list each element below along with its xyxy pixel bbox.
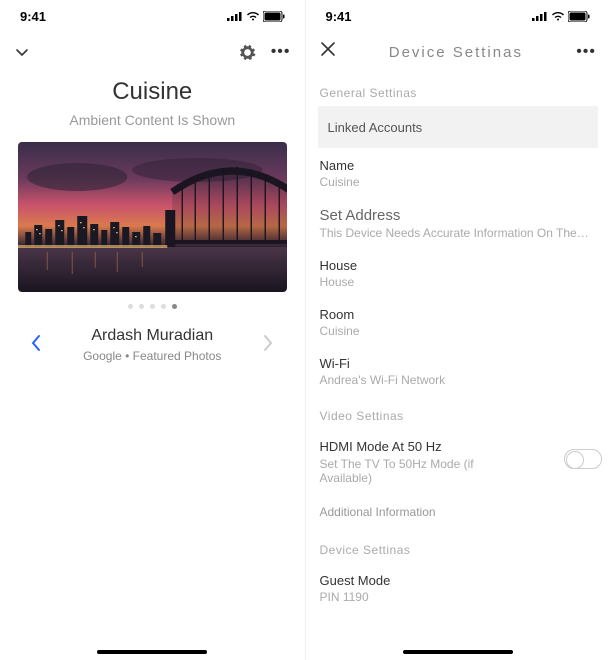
home-indicator[interactable]: [97, 650, 207, 654]
linked-accounts-button[interactable]: Linked Accounts: [318, 106, 599, 148]
left-header: •••: [0, 32, 305, 72]
field-value: Set The TV To 50Hz Mode (if Available): [320, 457, 520, 485]
chevron-down-icon[interactable]: [14, 44, 30, 60]
chevron-right-icon: [262, 334, 274, 352]
dot: [161, 304, 166, 309]
status-time: 9:41: [326, 9, 352, 24]
close-icon: [320, 41, 336, 57]
field-label: Room: [320, 307, 597, 322]
field-label: Guest Mode: [320, 573, 597, 588]
chevron-left-icon: [30, 334, 42, 352]
field-value: This Device Needs Accurate Information O…: [320, 226, 597, 240]
wifi-icon: [551, 11, 565, 21]
field-value: Cuisine: [320, 175, 597, 189]
hdmi-toggle[interactable]: [564, 449, 602, 469]
page-title: Cuisine: [0, 78, 305, 106]
right-phone: 9:41 Device Settinas ••• General Settina…: [306, 0, 610, 660]
prev-arrow-button[interactable]: [26, 330, 46, 361]
wifi-icon: [246, 11, 260, 21]
more-icon[interactable]: •••: [271, 43, 291, 61]
field-house[interactable]: House House: [306, 248, 610, 297]
field-value: House: [320, 275, 597, 289]
dot: [150, 304, 155, 309]
next-arrow-button[interactable]: [258, 330, 278, 361]
ambient-photo[interactable]: [18, 142, 287, 292]
right-header: Device Settinas •••: [306, 32, 610, 72]
home-indicator[interactable]: [403, 650, 513, 654]
additional-info-button[interactable]: Additional Information: [306, 495, 610, 529]
battery-icon: [568, 11, 590, 22]
field-guest-mode[interactable]: Guest Mode PIN 1190: [306, 563, 610, 612]
artist-source: Google • Featured Photos: [83, 349, 221, 363]
field-hdmi[interactable]: HDMI Mode At 50 Hz Set The TV To 50Hz Mo…: [306, 429, 610, 495]
field-name[interactable]: Name Cuisine: [306, 148, 610, 197]
header-title: Device Settinas: [336, 44, 577, 61]
field-value: Cuisine: [320, 324, 597, 338]
page-subtitle: Ambient Content Is Shown: [0, 112, 305, 128]
dot-active: [172, 304, 177, 309]
artist-name: Ardash Muradian: [83, 327, 221, 345]
dot: [128, 304, 133, 309]
section-general: General Settinas: [306, 72, 610, 106]
cellular-icon: [227, 11, 243, 21]
dot: [139, 304, 144, 309]
pagination-dots: [0, 304, 305, 309]
left-phone: 9:41 ••• Cuisine Ambient Content Is Show…: [0, 0, 306, 660]
title-block: Cuisine Ambient Content Is Shown: [0, 78, 305, 128]
status-icons: [532, 11, 590, 22]
field-label: Set Address: [320, 207, 597, 224]
status-bar: 9:41: [0, 0, 305, 32]
field-label: HDMI Mode At 50 Hz: [320, 439, 597, 454]
field-label: Wi-Fi: [320, 356, 597, 371]
field-label: House: [320, 258, 597, 273]
field-address[interactable]: Set Address This Device Needs Accurate I…: [306, 197, 610, 248]
status-icons: [227, 11, 285, 22]
artist-row: Ardash Muradian Google • Featured Photos: [0, 327, 305, 363]
section-video: Video Settinas: [306, 395, 610, 429]
cellular-icon: [532, 11, 548, 21]
more-icon[interactable]: •••: [576, 43, 596, 61]
gear-icon[interactable]: [238, 43, 257, 62]
close-button[interactable]: [320, 41, 336, 63]
field-label: Name: [320, 158, 597, 173]
battery-icon: [263, 11, 285, 22]
field-wifi[interactable]: Wi-Fi Andrea's Wi-Fi Network: [306, 346, 610, 395]
field-value: PIN 1190: [320, 590, 597, 604]
field-room[interactable]: Room Cuisine: [306, 297, 610, 346]
field-value: Andrea's Wi-Fi Network: [320, 373, 597, 387]
status-time: 9:41: [20, 9, 46, 24]
status-bar: 9:41: [306, 0, 610, 32]
section-device: Device Settinas: [306, 529, 610, 563]
